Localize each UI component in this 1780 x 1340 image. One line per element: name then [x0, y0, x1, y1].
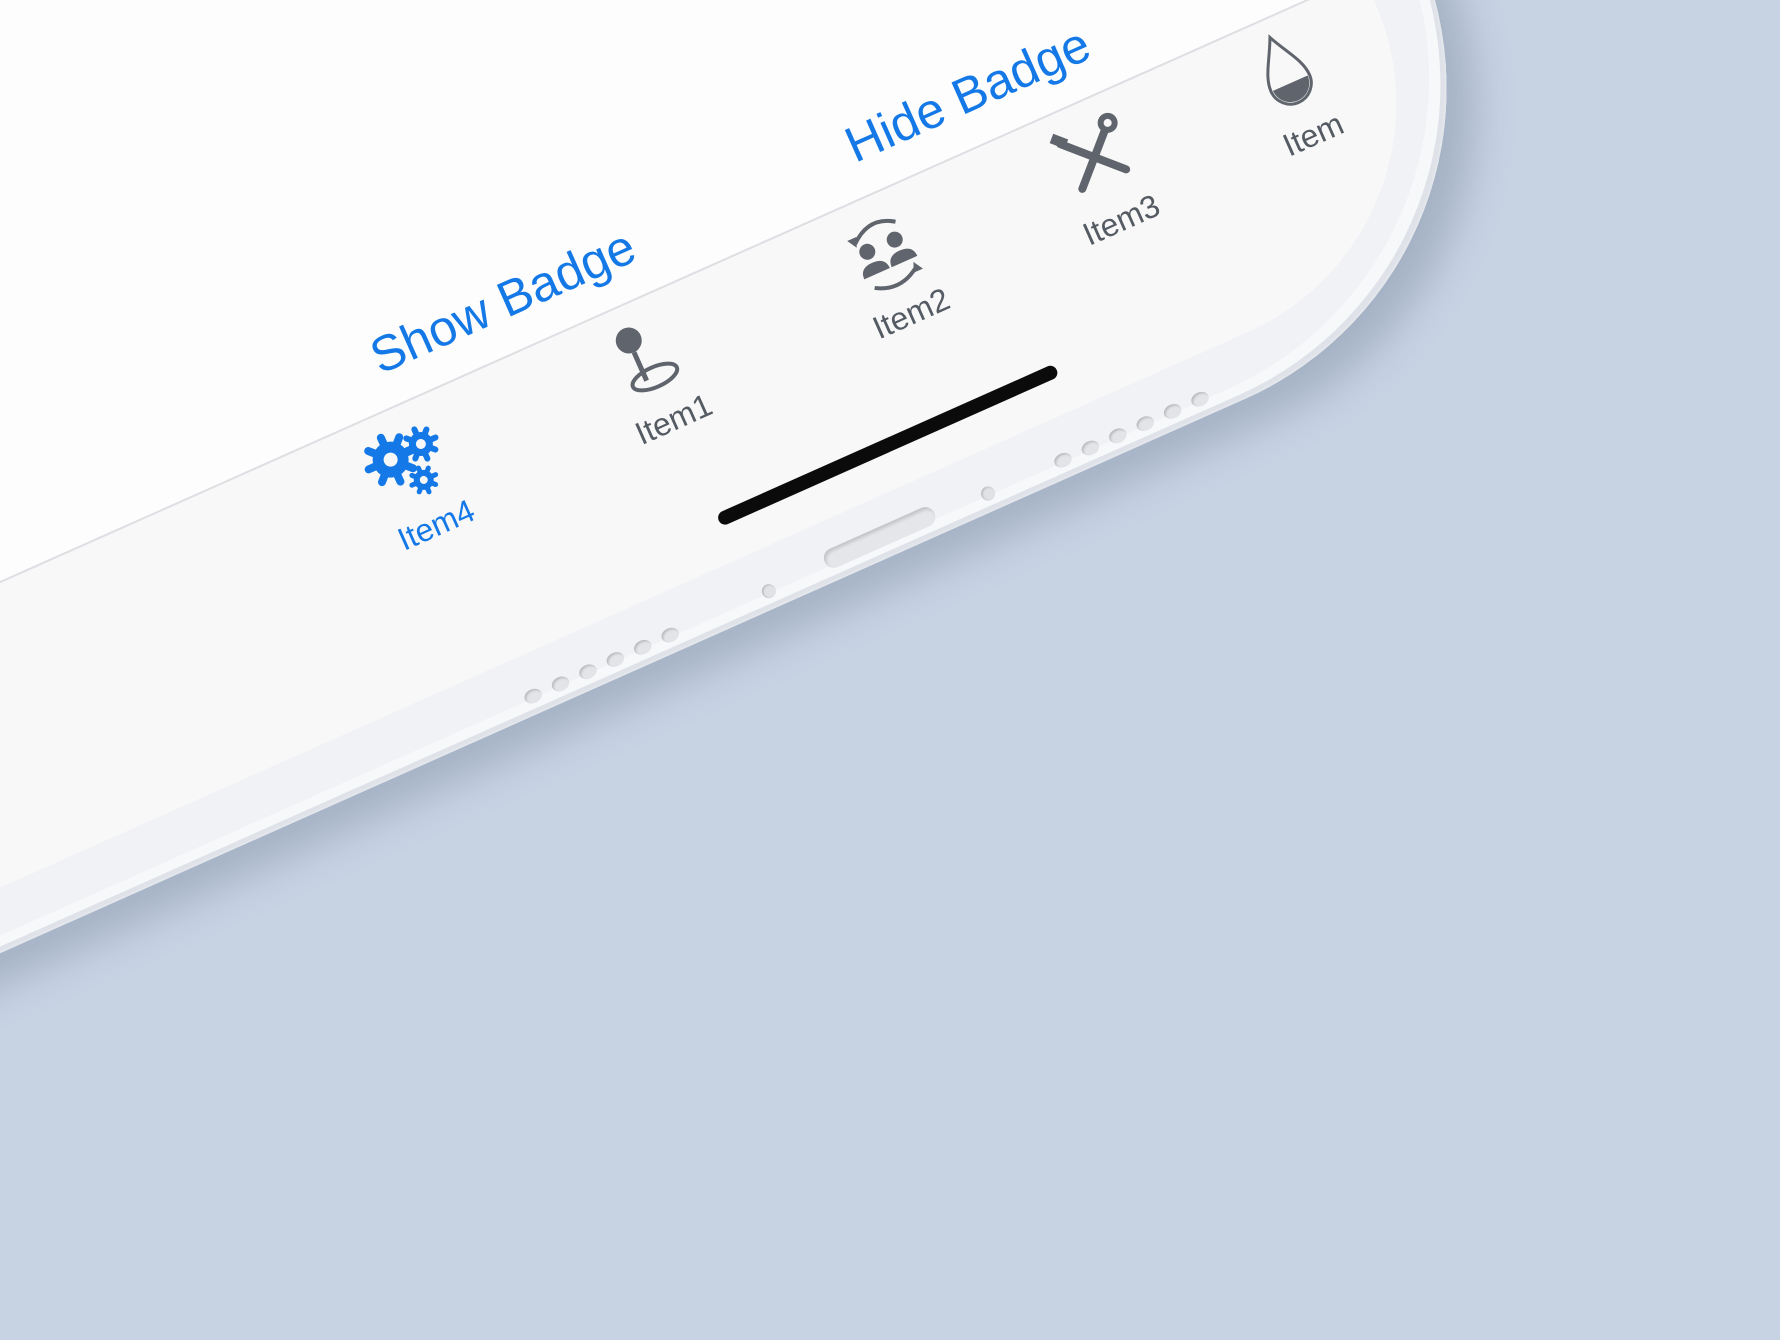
speaker-hole [1106, 425, 1129, 446]
speaker-hole [604, 649, 627, 670]
speaker-hole [659, 625, 682, 646]
speaker-hole [1188, 389, 1212, 410]
speaker-hole [522, 686, 545, 707]
speaker-hole [576, 661, 600, 682]
speaker-hole [1161, 401, 1184, 422]
speaker-hole [631, 637, 654, 658]
mockup-background: Show Badge Hide Badge Item4 Item1 Item2 … [0, 0, 1780, 1340]
speaker-hole [1134, 413, 1157, 434]
screw [759, 581, 779, 601]
phone-screen: Show Badge Hide Badge Item4 Item1 Item2 … [0, 0, 1477, 1101]
speaker-hole [1079, 437, 1102, 459]
screw [978, 484, 998, 503]
phone-body: Show Badge Hide Badge Item4 Item1 Item2 … [0, 0, 1556, 1156]
speaker-hole [549, 673, 572, 694]
speaker-hole [1051, 450, 1075, 471]
